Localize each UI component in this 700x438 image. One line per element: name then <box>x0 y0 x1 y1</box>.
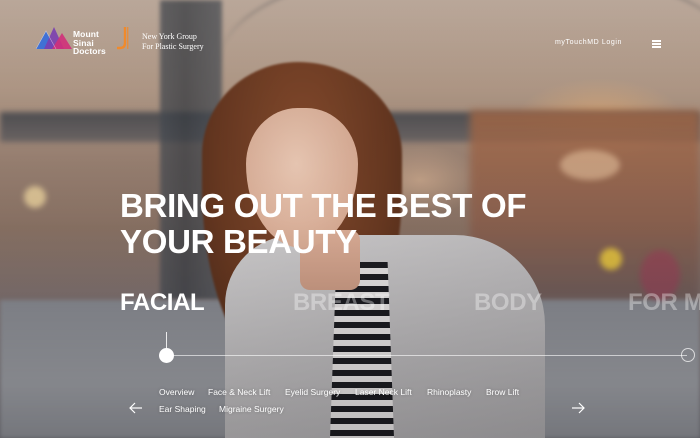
logo-line-3: Doctors <box>73 46 106 56</box>
menu-bar <box>652 43 661 45</box>
hero-headline: BRING OUT THE BEST OF YOUR BEAUTY <box>120 188 580 260</box>
menu-bar <box>652 40 661 42</box>
arrow-right-icon[interactable] <box>571 401 585 415</box>
procedure-link-eyelid-surgery[interactable]: Eyelid Surgery <box>285 387 340 397</box>
arrow-left-icon[interactable] <box>129 401 143 415</box>
category-tab-for-men[interactable]: FOR MEN <box>628 289 700 317</box>
headline-line-1: BRING OUT THE BEST OF <box>120 187 527 224</box>
hamburger-menu-icon[interactable] <box>652 40 661 48</box>
category-tab-breast[interactable]: BREAST <box>293 289 390 317</box>
category-tab-body[interactable]: BODY <box>474 289 542 317</box>
procedure-link-rhinoplasty[interactable]: Rhinoplasty <box>427 387 471 397</box>
slider-dot-next[interactable] <box>681 348 695 362</box>
headline-line-2: YOUR BEAUTY <box>120 223 357 260</box>
procedure-link-overview[interactable]: Overview <box>159 387 194 397</box>
slider-track <box>167 355 687 356</box>
menu-bar <box>652 46 661 48</box>
procedure-link-brow-lift[interactable]: Brow Lift <box>486 387 519 397</box>
category-tab-facial[interactable]: FACIAL <box>120 289 205 317</box>
procedure-link-face-neck-lift[interactable]: Face & Neck Lift <box>208 387 270 397</box>
mytouchmd-login-link[interactable]: myTouchMD Login <box>555 39 622 46</box>
procedure-link-migraine-surgery[interactable]: Migraine Surgery <box>219 404 284 414</box>
procedure-link-laser-neck-lift[interactable]: Laser Neck Lift <box>355 387 412 397</box>
partner-line-1: New York Group <box>142 32 197 41</box>
logo-wordmark: Mount Sinai Doctors <box>73 30 106 56</box>
partner-line-2: For Plastic Surgery <box>142 41 204 51</box>
slider-dot-active[interactable] <box>159 348 174 363</box>
partner-logo-text[interactable]: New York Group For Plastic Surgery <box>142 32 204 51</box>
mount-sinai-mountains-icon <box>36 27 72 49</box>
procedure-link-ear-shaping[interactable]: Ear Shaping <box>159 404 206 414</box>
nygps-logo-icon <box>117 27 129 50</box>
